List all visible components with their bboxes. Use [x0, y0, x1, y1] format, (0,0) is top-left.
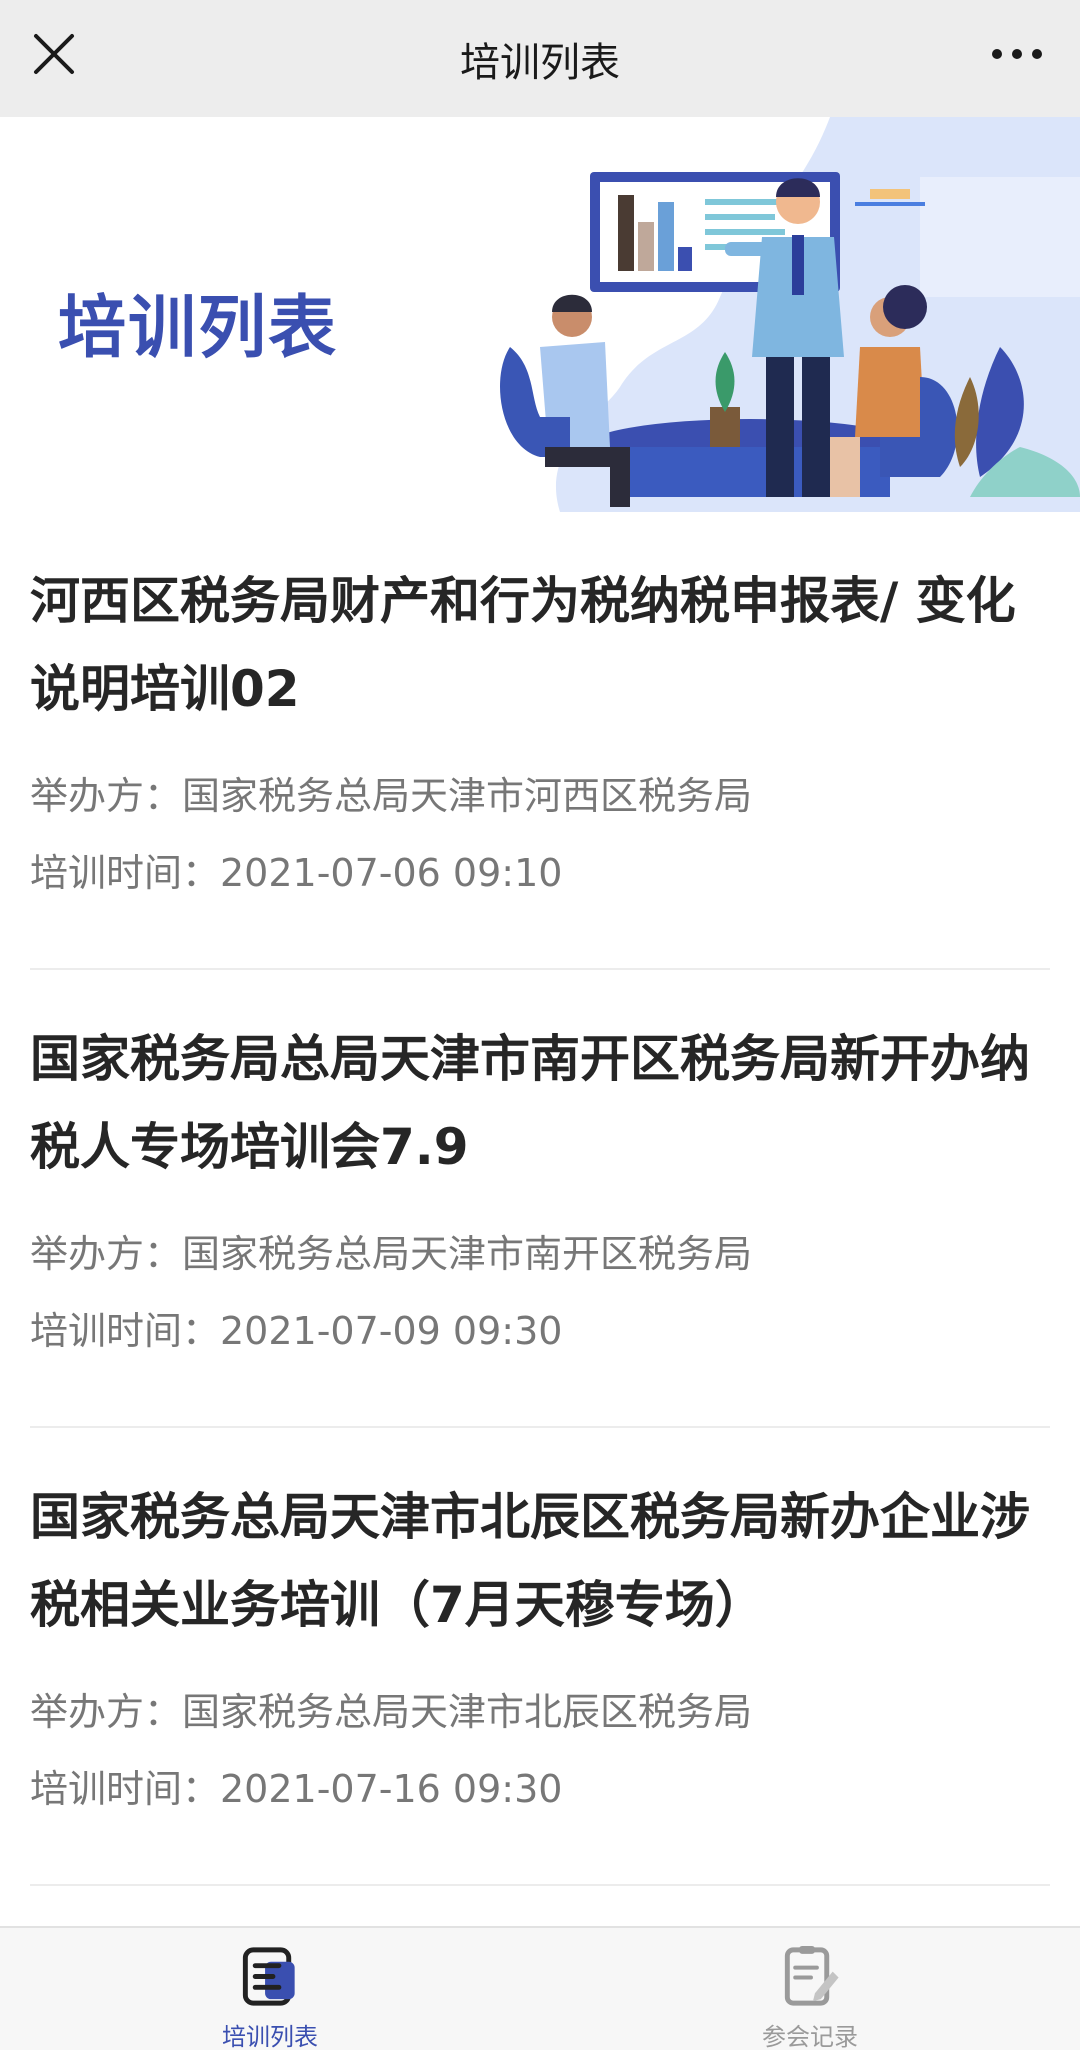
training-title: 河西区税务局财产和行为税纳税申报表/ 变化说明培训02 — [30, 572, 1016, 718]
tab-training-list[interactable]: 培训列表 — [0, 1928, 540, 2050]
training-organizer: 举办方：国家税务总局天津市河西区税务局 — [30, 774, 753, 818]
training-time: 培训时间：2021-07-16 09:30 — [30, 1767, 563, 1811]
close-button[interactable] — [26, 26, 82, 82]
training-item[interactable]: 国家税务局总局天津市南开区税务局新开办纳税人专场培训会7.9 举办方：国家税务总… — [30, 970, 1050, 1428]
close-icon — [34, 34, 74, 74]
page-title: 培训列表 — [460, 39, 620, 86]
training-time: 培训时间：2021-07-09 09:30 — [30, 1309, 563, 1353]
top-nav-bar: 培训列表 — [0, 0, 1080, 117]
training-title: 国家税务总局天津市北辰区税务局新办企业涉税相关业务培训（7月天穆专场） — [30, 1488, 1030, 1634]
training-organizer: 举办方：国家税务总局天津市北辰区税务局 — [30, 1690, 753, 1734]
list-doc-icon — [242, 1947, 295, 2006]
training-item[interactable]: 国家税务总局天津市北辰区税务局新办企业涉税相关业务培训（7月天穆专场） 举办方：… — [30, 1428, 1050, 1886]
more-button[interactable] — [980, 26, 1054, 82]
tab-label: 培训列表 — [222, 2023, 318, 2050]
more-dots-icon — [992, 49, 1042, 59]
training-item[interactable]: 河西区税务局财产和行为税纳税申报表/ 变化说明培训02 举办方：国家税务总局天津… — [30, 512, 1050, 970]
training-organizer: 举办方：国家税务总局天津市南开区税务局 — [30, 1232, 753, 1276]
tab-label: 参会记录 — [762, 2023, 858, 2050]
record-edit-icon — [784, 1945, 839, 2006]
bottom-tab-bar: 培训列表 参会记录 — [0, 1926, 1080, 2050]
training-title: 国家税务局总局天津市南开区税务局新开办纳税人专场培训会7.9 — [30, 1030, 1030, 1176]
training-list: 河西区税务局财产和行为税纳税申报表/ 变化说明培训02 举办方：国家税务总局天津… — [0, 512, 1080, 1886]
tab-attendance-records[interactable]: 参会记录 — [540, 1928, 1080, 2050]
banner: 培训列表 — [0, 117, 1080, 512]
training-time: 培训时间：2021-07-06 09:10 — [30, 851, 563, 895]
banner-title: 培训列表 — [58, 289, 339, 368]
meeting-illustration — [500, 117, 1080, 512]
